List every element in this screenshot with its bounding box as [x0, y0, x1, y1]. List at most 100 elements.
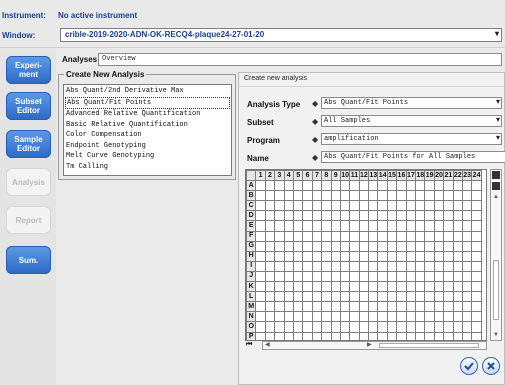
plate-well[interactable] — [377, 190, 388, 202]
plate-well[interactable] — [368, 230, 379, 242]
plate-well[interactable] — [339, 220, 351, 232]
plate-well[interactable] — [274, 200, 285, 212]
plate-well[interactable] — [386, 260, 398, 272]
plate-well[interactable] — [339, 331, 351, 340]
plate-well[interactable] — [461, 291, 473, 303]
plate-well[interactable] — [349, 190, 360, 202]
plate-well[interactable] — [415, 230, 426, 242]
plate-well[interactable] — [471, 210, 482, 222]
plate-well[interactable] — [424, 270, 435, 283]
plate-well[interactable] — [471, 281, 482, 293]
list-item[interactable]: Abs Quant/2nd Derivative Max — [66, 86, 229, 97]
name-input[interactable]: Abs Quant/Fit Points for All Samples — [321, 151, 505, 163]
plate-well[interactable] — [424, 180, 435, 192]
plate-well[interactable] — [349, 291, 360, 303]
plate-well[interactable] — [339, 281, 351, 293]
plate-well[interactable] — [339, 190, 351, 202]
plate-row-header[interactable]: L — [246, 291, 257, 303]
plate-well[interactable] — [368, 210, 379, 222]
plate-well[interactable] — [321, 230, 332, 242]
plate-column-header[interactable]: 15 — [386, 170, 398, 182]
plate-well[interactable] — [377, 321, 388, 333]
plate-well[interactable] — [433, 210, 445, 222]
plate-well[interactable] — [321, 311, 332, 323]
plate-well[interactable] — [349, 210, 360, 222]
plate-row-header[interactable]: N — [246, 311, 257, 323]
analysis-type-select[interactable]: Abs Quant/Fit Points ▾ — [321, 97, 502, 109]
plate-well[interactable] — [368, 281, 379, 293]
plate-well[interactable] — [358, 331, 370, 340]
plate-well[interactable] — [255, 301, 266, 313]
plate-column-header[interactable]: 10 — [339, 170, 351, 182]
plate-well[interactable] — [283, 281, 294, 293]
plate-well[interactable] — [405, 220, 417, 232]
plate-well[interactable] — [443, 281, 454, 293]
plate-well[interactable] — [330, 281, 341, 293]
plate-well[interactable] — [358, 200, 370, 212]
plate-well[interactable] — [405, 180, 417, 192]
plate-well[interactable] — [339, 210, 351, 222]
plate-well[interactable] — [433, 321, 445, 333]
plate-well[interactable] — [321, 180, 332, 192]
plate-well[interactable] — [433, 311, 445, 323]
plate-well[interactable] — [405, 321, 417, 333]
plate-well[interactable] — [443, 311, 454, 323]
plate-well[interactable] — [433, 281, 445, 293]
plate-well[interactable] — [415, 281, 426, 293]
plate-column-header[interactable]: 14 — [377, 170, 388, 182]
plate-well[interactable] — [443, 180, 454, 192]
window-select[interactable]: crible-2019-2020-ADN-OK-RECQ4-plaque24-2… — [60, 28, 502, 42]
plate-table[interactable]: 1 2 3 4 5 6 7 8 9 10 11 12 13 14 15 16 17 18 19 20 21 22 23 24 A… — [246, 170, 482, 340]
plate-well[interactable] — [377, 260, 388, 272]
plate-well[interactable] — [264, 220, 276, 232]
plate-well[interactable] — [377, 180, 388, 192]
plate-well[interactable] — [264, 331, 276, 340]
plate-well[interactable] — [311, 240, 323, 252]
plate-well[interactable] — [321, 250, 332, 262]
plate-well[interactable] — [368, 291, 379, 303]
plate-well[interactable] — [386, 220, 398, 232]
plate-well[interactable] — [433, 301, 445, 313]
plate-well[interactable] — [415, 180, 426, 192]
plate-well[interactable] — [443, 291, 454, 303]
plate-well[interactable] — [330, 331, 341, 340]
plate-well[interactable] — [405, 210, 417, 222]
plate-well[interactable] — [264, 321, 276, 333]
plate-well[interactable] — [330, 311, 341, 323]
subset-select[interactable]: All Samples ▾ — [321, 115, 502, 127]
plate-column-header[interactable]: 2 — [264, 170, 276, 182]
plate-well[interactable] — [255, 331, 266, 340]
plate-well[interactable] — [452, 250, 464, 262]
plate-well[interactable] — [368, 321, 379, 333]
plate-well[interactable] — [330, 180, 341, 192]
plate-well[interactable] — [311, 311, 323, 323]
plate-well[interactable] — [461, 301, 473, 313]
plate-well[interactable] — [349, 331, 360, 340]
plate-well[interactable] — [311, 200, 323, 212]
plate-well[interactable] — [349, 250, 360, 262]
plate-well[interactable] — [415, 200, 426, 212]
select-all-icon[interactable] — [492, 171, 500, 179]
first-page-icon[interactable]: ⏮ — [246, 341, 260, 350]
plate-well[interactable] — [415, 301, 426, 313]
plate-well[interactable] — [415, 190, 426, 202]
plate-well[interactable] — [461, 230, 473, 242]
plate-well[interactable] — [377, 200, 388, 212]
plate-well[interactable] — [311, 331, 323, 340]
plate-well[interactable] — [415, 220, 426, 232]
plate-well[interactable] — [264, 260, 276, 272]
plate-well[interactable] — [283, 180, 294, 192]
plate-well[interactable] — [471, 190, 482, 202]
plate-well[interactable] — [321, 281, 332, 293]
plate-well[interactable] — [311, 291, 323, 303]
plate-well[interactable] — [349, 311, 360, 323]
plate-column-header[interactable]: 24 — [471, 170, 482, 182]
plate-well[interactable] — [358, 240, 370, 252]
plate-row-header[interactable]: F — [246, 230, 257, 242]
plate-well[interactable] — [368, 311, 379, 323]
plate-well[interactable] — [349, 200, 360, 212]
plate-well[interactable] — [424, 240, 435, 252]
plate-well[interactable] — [386, 291, 398, 303]
plate-well[interactable] — [424, 291, 435, 303]
plate-well[interactable] — [292, 281, 304, 293]
